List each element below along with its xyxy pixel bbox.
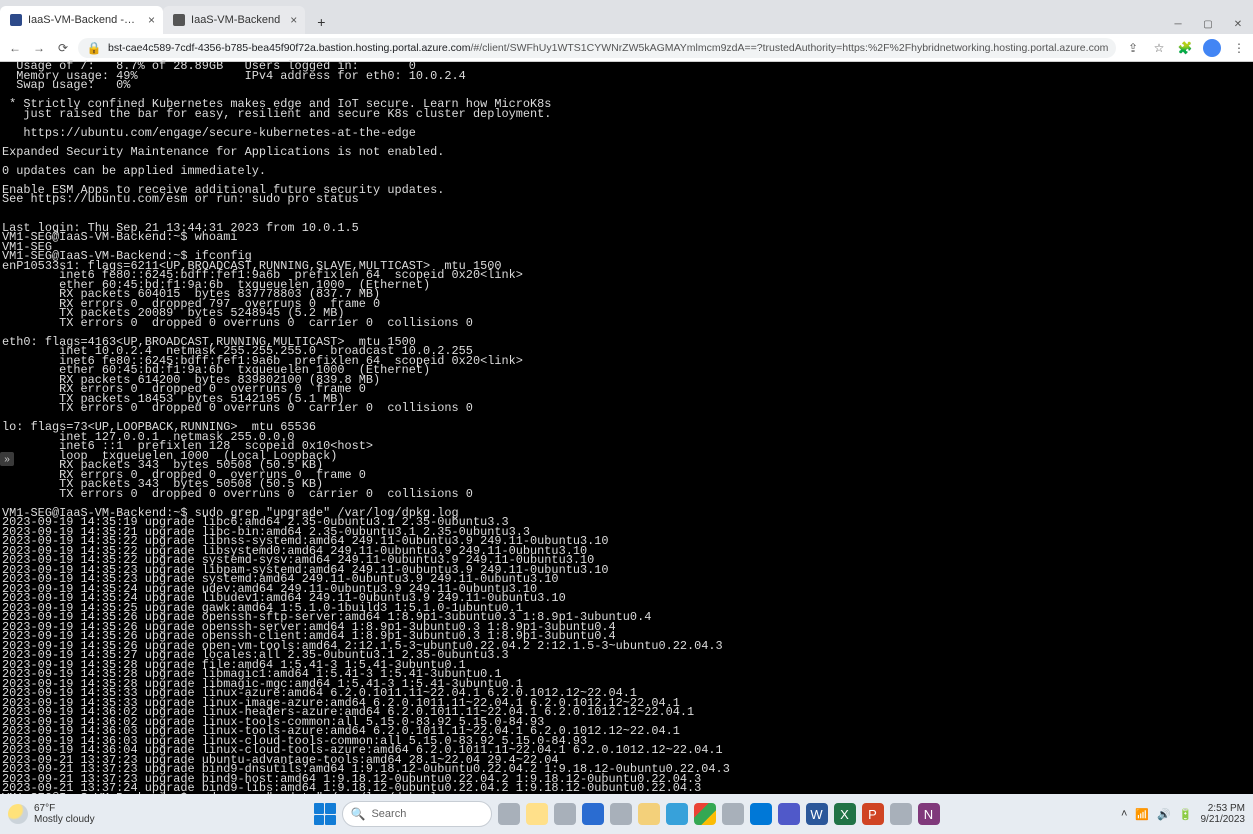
tray-overflow-icon[interactable]: ˄	[1121, 808, 1127, 820]
onenote-icon[interactable]: N	[918, 803, 940, 825]
chrome-icon[interactable]	[694, 803, 716, 825]
lock-icon: 🔒	[86, 40, 102, 56]
app-icon[interactable]	[610, 803, 632, 825]
url-input[interactable]: 🔒 bst-cae4c589-7cdf-4356-b785-bea45f90f7…	[78, 38, 1116, 58]
maximize-button[interactable]: ▢	[1193, 14, 1223, 34]
taskbar-search[interactable]: 🔍 Search	[342, 801, 492, 827]
terminal-output[interactable]: Usage of /: 8.7% of 28.89GB Users logged…	[0, 62, 1253, 794]
weather-text: 67°F Mostly cloudy	[34, 803, 95, 825]
start-button[interactable]	[314, 803, 336, 825]
word-icon[interactable]: W	[806, 803, 828, 825]
tab-active[interactable]: IaaS-VM-Backend - Microsoft A ×	[0, 6, 163, 34]
app-icon[interactable]	[890, 803, 912, 825]
excel-icon[interactable]: X	[834, 803, 856, 825]
extensions-icon[interactable]: 🧩	[1177, 40, 1193, 56]
task-view-icon[interactable]	[498, 803, 520, 825]
close-icon[interactable]: ×	[148, 13, 155, 27]
weather-widget[interactable]: 67°F Mostly cloudy	[8, 803, 95, 825]
file-explorer-icon[interactable]	[526, 803, 548, 825]
volume-icon[interactable]: 🔊	[1157, 808, 1171, 821]
share-icon[interactable]: ⇪	[1125, 40, 1141, 56]
minimize-button[interactable]: ─	[1163, 14, 1193, 34]
new-tab-button[interactable]: +	[309, 10, 333, 34]
app-icon[interactable]	[554, 803, 576, 825]
store-icon[interactable]	[582, 803, 604, 825]
azure-favicon-icon	[10, 14, 22, 26]
tab-secondary[interactable]: IaaS-VM-Backend ×	[163, 6, 305, 34]
tab-title: IaaS-VM-Backend	[191, 14, 280, 26]
vscode-icon[interactable]	[750, 803, 772, 825]
back-button[interactable]: ←	[6, 39, 24, 57]
browser-titlebar: IaaS-VM-Backend - Microsoft A × IaaS-VM-…	[0, 0, 1253, 34]
search-icon: 🔍	[351, 807, 366, 821]
forward-button[interactable]: →	[30, 39, 48, 57]
tab-title: IaaS-VM-Backend - Microsoft A	[28, 14, 138, 26]
windows-taskbar: 67°F Mostly cloudy 🔍 Search W X P N	[0, 794, 1253, 834]
bastion-terminal-viewport: » Usage of /: 8.7% of 28.89GB Users logg…	[0, 62, 1253, 794]
reload-button[interactable]: ⟳	[54, 39, 72, 57]
wifi-icon[interactable]: 📶	[1135, 808, 1149, 821]
close-window-button[interactable]: ✕	[1223, 14, 1253, 34]
system-tray: ˄ 📶 🔊 🔋 2:53 PM 9/21/2023	[1121, 803, 1245, 825]
window-controls: ─ ▢ ✕	[1163, 14, 1253, 34]
clock[interactable]: 2:53 PM 9/21/2023	[1201, 803, 1246, 825]
url-text: bst-cae4c589-7cdf-4356-b785-bea45f90f72a…	[108, 42, 1108, 54]
search-placeholder: Search	[371, 808, 406, 820]
powerpoint-icon[interactable]: P	[862, 803, 884, 825]
edge-icon[interactable]	[666, 803, 688, 825]
teams-icon[interactable]	[778, 803, 800, 825]
bookmark-icon[interactable]: ☆	[1151, 40, 1167, 56]
weather-icon	[8, 804, 28, 824]
app-icon[interactable]	[722, 803, 744, 825]
address-bar: ← → ⟳ 🔒 bst-cae4c589-7cdf-4356-b785-bea4…	[0, 34, 1253, 62]
menu-icon[interactable]: ⋮	[1231, 40, 1247, 56]
battery-icon[interactable]: 🔋	[1179, 808, 1193, 821]
page-favicon-icon	[173, 14, 185, 26]
profile-avatar[interactable]	[1203, 39, 1221, 57]
close-icon[interactable]: ×	[290, 13, 297, 27]
files-icon[interactable]	[638, 803, 660, 825]
pinned-apps: W X P N	[498, 803, 940, 825]
